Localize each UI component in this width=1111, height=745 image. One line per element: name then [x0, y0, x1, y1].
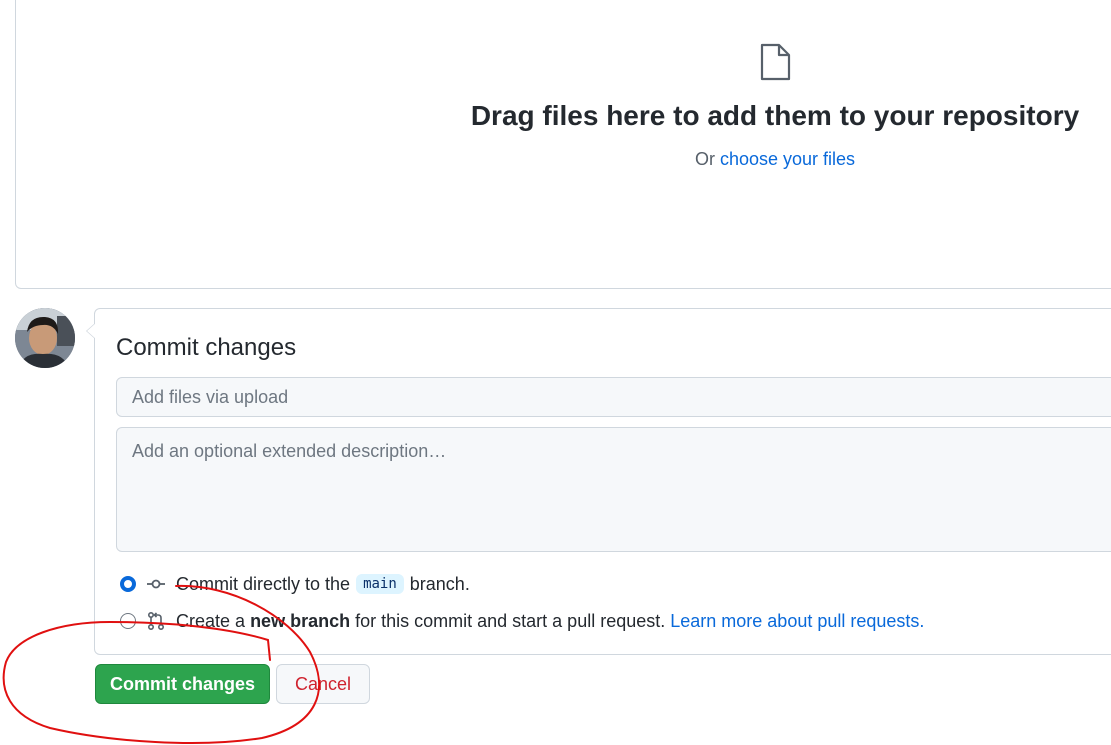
- drop-zone-subtitle: Or choose your files: [445, 149, 1105, 170]
- commit-direct-text: Commit directly to the: [176, 573, 351, 594]
- cancel-button[interactable]: Cancel: [276, 664, 370, 704]
- commit-direct-radio[interactable]: [120, 576, 136, 592]
- commit-changes-button[interactable]: Commit changes: [95, 664, 270, 704]
- commit-form-title: Commit changes: [116, 334, 297, 361]
- git-pull-request-icon: [147, 611, 165, 631]
- drop-zone-prefix: Or: [694, 149, 715, 169]
- new-branch-bold: new branch: [250, 610, 351, 631]
- choose-files-link[interactable]: choose your files: [720, 149, 855, 169]
- commit-summary-input[interactable]: [116, 377, 1111, 417]
- file-drop-zone[interactable]: [15, 0, 1111, 289]
- new-branch-option[interactable]: Create a new branch for this commit and …: [120, 609, 924, 633]
- file-icon: [760, 43, 791, 81]
- drop-zone-title: Drag files here to add them to your repo…: [470, 100, 1080, 131]
- commit-direct-suffix: branch.: [409, 573, 470, 594]
- commit-description-input[interactable]: [116, 427, 1111, 552]
- new-branch-text-before: Create a: [176, 610, 246, 631]
- branch-name-badge: main: [356, 574, 404, 594]
- new-branch-radio[interactable]: [120, 613, 136, 629]
- avatar: [15, 308, 75, 368]
- learn-more-pull-requests-link[interactable]: Learn more about pull requests.: [670, 611, 924, 632]
- git-commit-icon: [147, 579, 165, 589]
- new-branch-text-after: for this commit and start a pull request…: [355, 610, 666, 631]
- commit-direct-option[interactable]: Commit directly to the main branch.: [120, 572, 470, 596]
